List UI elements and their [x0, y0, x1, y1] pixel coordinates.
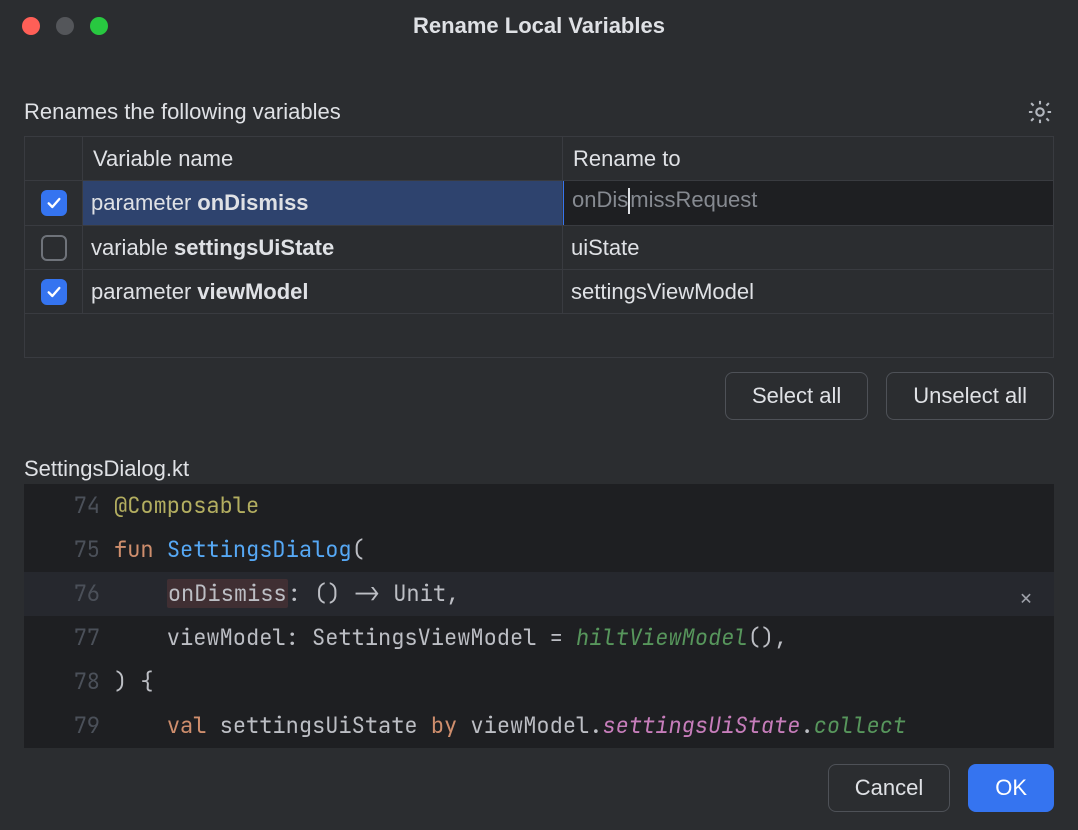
row-checkbox[interactable]	[41, 279, 67, 305]
titlebar: Rename Local Variables	[0, 0, 1078, 52]
table-header-rename: Rename to	[563, 137, 1053, 181]
row-variable-name[interactable]: parameter onDismiss	[83, 181, 563, 225]
row-variable-name[interactable]: parameter viewModel	[83, 269, 563, 313]
window-close-button[interactable]	[22, 17, 40, 35]
row-rename-to[interactable]: uiState	[563, 225, 1053, 269]
code-content: viewModel: SettingsViewModel = hiltViewM…	[114, 616, 1054, 660]
code-content: @Composable	[114, 484, 1054, 528]
row-rename-to[interactable]: onDismissRequest	[563, 181, 1053, 225]
row-checkbox-cell	[25, 181, 83, 225]
code-line: 74@Composable	[24, 484, 1054, 528]
gear-icon[interactable]	[1026, 98, 1054, 126]
table-row[interactable]: parameter onDismissonDismissRequest	[25, 181, 1053, 225]
unselect-all-button[interactable]: Unselect all	[886, 372, 1054, 420]
table-header: Variable name Rename to	[25, 137, 1053, 181]
code-content: fun SettingsDialog(	[114, 528, 1054, 572]
line-number: 79	[24, 704, 114, 748]
window-minimize-button[interactable]	[56, 17, 74, 35]
line-number: 76	[24, 572, 114, 616]
line-number: 74	[24, 484, 114, 528]
section-label: Renames the following variables	[24, 99, 341, 125]
code-preview: 74@Composable75fun SettingsDialog(76 onD…	[24, 484, 1054, 748]
row-variable-name[interactable]: variable settingsUiState	[83, 225, 563, 269]
select-all-button[interactable]: Select all	[725, 372, 868, 420]
row-checkbox-cell	[25, 225, 83, 269]
table-header-name: Variable name	[83, 137, 563, 181]
row-checkbox[interactable]	[41, 235, 67, 261]
line-number: 77	[24, 616, 114, 660]
table-row[interactable]: parameter viewModelsettingsViewModel	[25, 269, 1053, 313]
code-line: 75fun SettingsDialog(	[24, 528, 1054, 572]
row-rename-to[interactable]: settingsViewModel	[563, 269, 1053, 313]
line-number: 75	[24, 528, 114, 572]
code-line: 77 viewModel: SettingsViewModel = hiltVi…	[24, 616, 1054, 660]
cancel-button[interactable]: Cancel	[828, 764, 950, 812]
file-name-label: SettingsDialog.kt	[24, 456, 1054, 482]
table-row[interactable]: variable settingsUiStateuiState	[25, 225, 1053, 269]
row-checkbox[interactable]	[41, 190, 67, 216]
code-line: 78) {	[24, 660, 1054, 704]
table-footer	[25, 313, 1053, 357]
code-content: onDismiss: () -> Unit,	[114, 572, 1054, 616]
traffic-lights	[0, 17, 108, 35]
ok-button[interactable]: OK	[968, 764, 1054, 812]
code-line: 79 val settingsUiState by viewModel.sett…	[24, 704, 1054, 748]
row-checkbox-cell	[25, 269, 83, 313]
code-content: val settingsUiState by viewModel.setting…	[114, 704, 1054, 748]
code-line: 76 onDismiss: () -> Unit,	[24, 572, 1054, 616]
window-title: Rename Local Variables	[0, 13, 1078, 39]
code-content: ) {	[114, 660, 1054, 704]
line-number: 78	[24, 660, 114, 704]
table-header-checkbox	[25, 137, 83, 181]
close-icon[interactable]: ✕	[1020, 576, 1032, 620]
rename-table: Variable name Rename to parameter onDism…	[24, 136, 1054, 358]
window-maximize-button[interactable]	[90, 17, 108, 35]
